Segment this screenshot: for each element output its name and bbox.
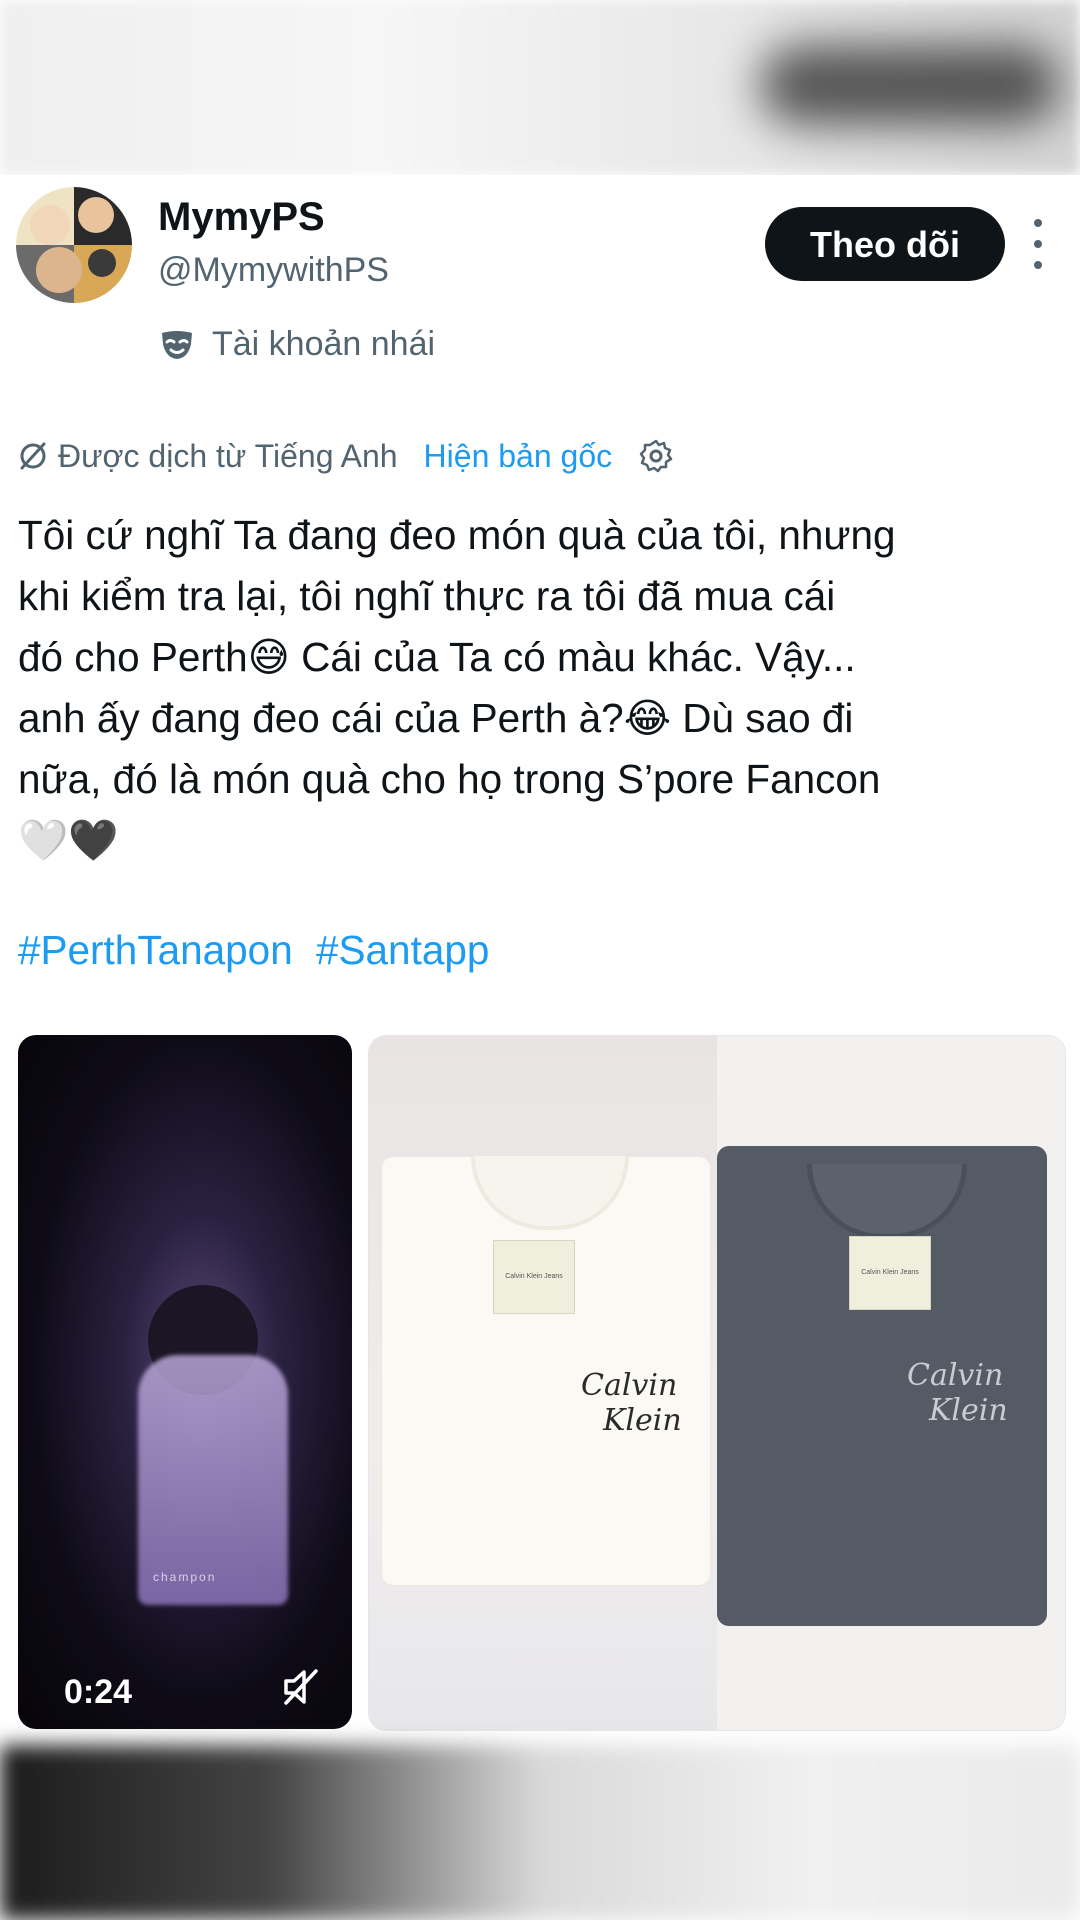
tweet-text: Tôi cứ nghĩ Ta đang đeo món quà của tôi,… bbox=[18, 512, 896, 863]
shirt-logo-line1: Calvin bbox=[581, 1368, 678, 1403]
follow-button[interactable]: Theo dõi bbox=[765, 207, 1005, 281]
white-shirt: Calvin Klein Jeans Calvin Klein bbox=[381, 1156, 711, 1586]
tweet-card: MymyPS @MymywithPS Theo dõi Tài khoản nh… bbox=[0, 175, 1080, 1745]
hashtag-link[interactable]: #PerthTanapon bbox=[18, 927, 293, 973]
parody-account-label: Tài khoản nhái bbox=[160, 325, 435, 364]
video-thumbnail[interactable]: champon 0:24 bbox=[18, 1035, 352, 1729]
more-options-icon[interactable] bbox=[1028, 219, 1048, 269]
settings-gear-icon[interactable] bbox=[638, 438, 674, 474]
shirt-tag: Calvin Klein Jeans bbox=[849, 1236, 931, 1310]
translation-note: Được dịch từ Tiếng Anh bbox=[58, 437, 398, 474]
shirt-tag: Calvin Klein Jeans bbox=[493, 1240, 575, 1314]
blurred-top-background bbox=[0, 0, 1080, 175]
shirt-logo-line2: Klein bbox=[603, 1403, 682, 1438]
parody-mask-icon bbox=[162, 330, 192, 359]
show-original-link[interactable]: Hiện bản gốc bbox=[424, 438, 613, 475]
shirt-logo-line1: Calvin bbox=[907, 1358, 1004, 1393]
translate-icon bbox=[20, 442, 46, 470]
gray-shirt: Calvin Klein Jeans Calvin Klein bbox=[717, 1146, 1047, 1626]
parody-text: Tài khoản nhái bbox=[212, 325, 436, 363]
translation-bar: Được dịch từ Tiếng Anh Hiện bản gốc bbox=[18, 433, 674, 479]
author-name[interactable]: MymyPS bbox=[158, 195, 325, 240]
video-duration: 0:24 bbox=[64, 1673, 133, 1711]
hashtags: #PerthTanapon #Santapp bbox=[18, 927, 501, 974]
avatar[interactable] bbox=[16, 187, 132, 303]
mute-icon[interactable] bbox=[280, 1665, 324, 1709]
video-watermark: champon bbox=[153, 1570, 217, 1584]
shirts-photo[interactable]: Calvin Klein Jeans Calvin Klein Calvin K… bbox=[368, 1035, 1066, 1731]
video-figure-body bbox=[138, 1355, 288, 1605]
shirt-logo-line2: Klein bbox=[929, 1393, 1008, 1428]
author-handle[interactable]: @MymywithPS bbox=[158, 251, 389, 290]
hashtag-link[interactable]: #Santapp bbox=[316, 927, 489, 973]
blurred-bottom-background bbox=[0, 1745, 1080, 1920]
